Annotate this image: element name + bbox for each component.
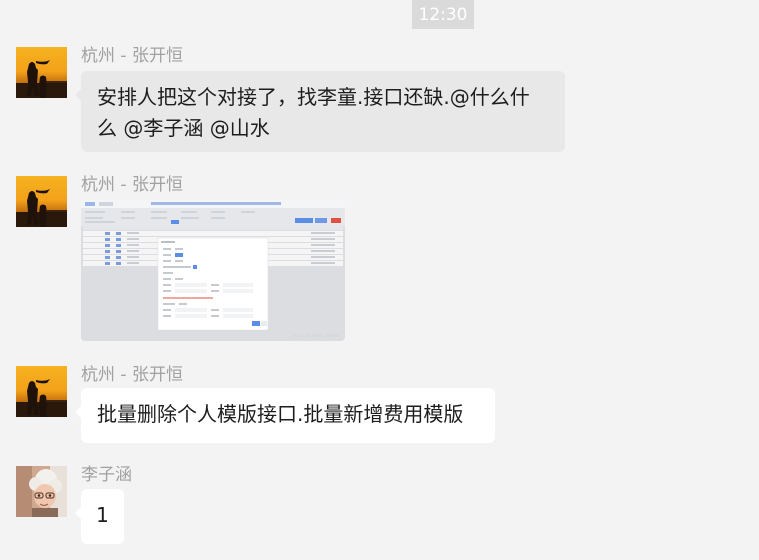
message-bubble[interactable]: 1 — [75, 489, 124, 544]
message-text: 1 — [96, 503, 109, 527]
image-message-thumbnail[interactable] — [81, 200, 345, 341]
sender-avatar[interactable] — [16, 47, 67, 98]
message-text: 批量删除个人模版接口.批量新增费用模版 — [97, 402, 464, 426]
message-bubble[interactable]: 安排人把这个对接了，找李童.接口还缺.@什么什么 @李子涵 @山水 — [75, 71, 565, 152]
sender-avatar[interactable] — [16, 176, 67, 227]
sender-name: 杭州 - 张开恒 — [81, 46, 183, 66]
sunset-silhouette-avatar-icon — [16, 379, 67, 417]
sender-avatar[interactable] — [16, 366, 67, 417]
message-text: 安排人把这个对接了，找李童.接口还缺.@什么什么 @李子涵 @山水 — [97, 85, 530, 140]
timestamp-badge: 12:30 — [412, 0, 474, 29]
granny-cartoon-avatar-icon — [16, 466, 67, 517]
sender-name: 杭州 - 张开恒 — [81, 175, 183, 195]
screenshot-thumbnail-image — [81, 200, 345, 341]
sunset-silhouette-avatar-icon — [16, 60, 67, 98]
message-bubble[interactable]: 批量删除个人模版接口.批量新增费用模版 — [75, 388, 495, 443]
sender-name: 李子涵 — [81, 465, 132, 485]
sunset-silhouette-avatar-icon — [16, 189, 67, 227]
sender-name: 杭州 - 张开恒 — [81, 365, 183, 385]
sender-avatar[interactable] — [16, 466, 67, 517]
